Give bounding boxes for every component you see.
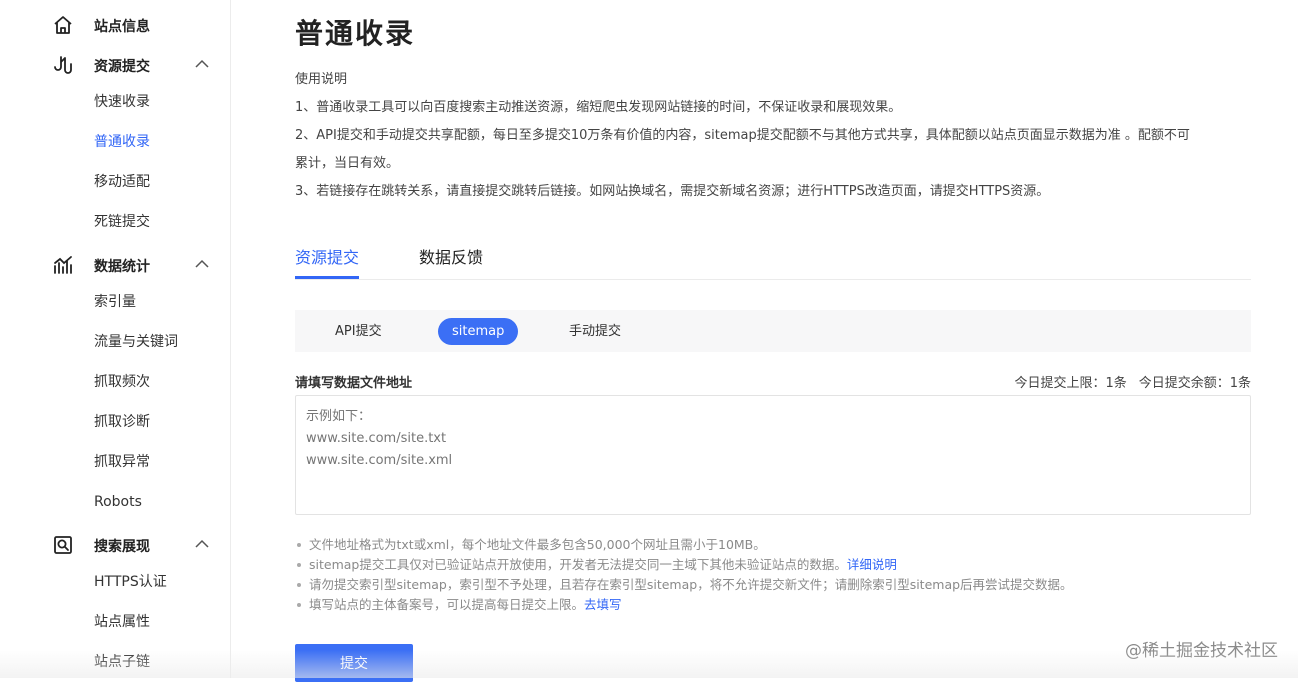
sidebar-item-quick-index[interactable]: 快速收录 [94, 92, 150, 112]
subtab-sitemap[interactable]: sitemap [438, 318, 518, 345]
active-tab-indicator [295, 276, 359, 279]
sidebar-item-sitelinks[interactable]: 站点子链 [94, 652, 150, 672]
list-item: sitemap提交工具仅对已验证站点开放使用，开发者无法提交同一主域下其他未验证… [293, 555, 1253, 575]
sidebar-group-label: 站点信息 [94, 16, 150, 36]
sidebar-item-site-attributes[interactable]: 站点属性 [94, 612, 150, 632]
quota-remaining: 今日提交余额：1条 [1139, 376, 1251, 391]
tab-bar: 资源提交 数据反馈 [295, 236, 1251, 280]
search-display-icon [52, 534, 74, 556]
list-item: 填写站点的主体备案号，可以提高每日提交上限。去填写 [293, 595, 1253, 615]
details-link[interactable]: 详细说明 [847, 557, 897, 572]
stats-icon [52, 254, 74, 276]
instructions-line: 3、若链接存在跳转关系，请直接提交跳转后链接。如网站换域名，需提交新域名资源；进… [295, 180, 1049, 199]
sidebar-group-label: 搜索展现 [94, 536, 150, 556]
sidebar-item-crawl-diagnosis[interactable]: 抓取诊断 [94, 412, 150, 432]
sitemap-url-input[interactable] [295, 395, 1251, 515]
chevron-up-icon[interactable] [194, 538, 210, 550]
list-item: 请勿提交索引型sitemap，索引型不予处理，且若存在索引型sitemap，将不… [293, 575, 1253, 595]
fill-in-link[interactable]: 去填写 [584, 597, 622, 612]
sidebar-group-search-display[interactable]: 搜索展现 [0, 524, 231, 564]
subtab-api[interactable]: API提交 [321, 318, 396, 345]
sidebar-group-resource-submit[interactable]: 资源提交 [0, 44, 231, 84]
list-item: 文件地址格式为txt或xml，每个地址文件最多包含50,000个网址且需小于10… [293, 535, 1253, 555]
sidebar-item-https[interactable]: HTTPS认证 [94, 572, 167, 592]
sidebar: 站点信息 资源提交 快速收录 普通收录 移动适配 死链提交 数据统计 索引量 流… [0, 0, 231, 678]
sidebar-item-traffic-keywords[interactable]: 流量与关键词 [94, 332, 178, 352]
sidebar-group-site-info[interactable]: 站点信息 [0, 4, 231, 44]
submit-icon [52, 54, 74, 76]
instructions-heading: 使用说明 [295, 68, 347, 87]
instructions-line: 2、API提交和手动提交共享配额，每日至多提交10万条有价值的内容，sitema… [295, 124, 1190, 143]
sidebar-item-index-volume[interactable]: 索引量 [94, 292, 136, 312]
sidebar-group-label: 资源提交 [94, 56, 150, 76]
watermark: @稀土掘金技术社区 [1125, 636, 1278, 661]
sidebar-group-label: 数据统计 [94, 256, 150, 276]
sidebar-item-crawl-frequency[interactable]: 抓取频次 [94, 372, 150, 392]
sidebar-item-robots[interactable]: Robots [94, 492, 142, 512]
subtab-manual[interactable]: 手动提交 [555, 318, 635, 345]
chevron-up-icon[interactable] [194, 58, 210, 70]
sidebar-group-data-stats[interactable]: 数据统计 [0, 244, 231, 284]
submit-button[interactable]: 提交 [295, 644, 413, 682]
sidebar-item-crawl-errors[interactable]: 抓取异常 [94, 452, 150, 472]
instructions-line: 1、普通收录工具可以向百度搜索主动推送资源，缩短爬虫发现网站链接的时间，不保证收… [295, 96, 901, 115]
notes-list: 文件地址格式为txt或xml，每个地址文件最多包含50,000个网址且需小于10… [293, 535, 1253, 615]
chevron-up-icon[interactable] [194, 258, 210, 270]
sidebar-item-normal-index[interactable]: 普通收录 [94, 132, 150, 152]
tab-resource-submit[interactable]: 资源提交 [295, 244, 359, 268]
quota-limit: 今日提交上限：1条 [1014, 376, 1126, 391]
main-content: 普通收录 使用说明 1、普通收录工具可以向百度搜索主动推送资源，缩短爬虫发现网站… [231, 0, 1298, 678]
instructions-line: 累计，当日有效。 [295, 152, 399, 171]
page-title: 普通收录 [295, 12, 415, 52]
sidebar-item-dead-link[interactable]: 死链提交 [94, 212, 150, 232]
submit-method-tabs: API提交 sitemap 手动提交 [295, 310, 1251, 352]
home-icon [52, 14, 74, 36]
tab-data-feedback[interactable]: 数据反馈 [419, 244, 483, 268]
quota-info: 今日提交上限：1条今日提交余额：1条 [1002, 372, 1251, 391]
sidebar-item-mobile-adapt[interactable]: 移动适配 [94, 172, 150, 192]
form-label: 请填写数据文件地址 [295, 372, 412, 391]
